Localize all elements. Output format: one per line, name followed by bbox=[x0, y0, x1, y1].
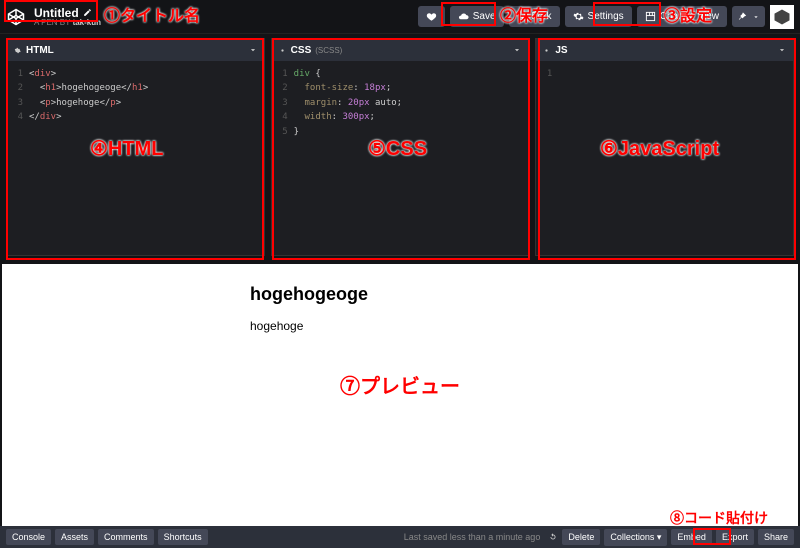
edit-title-icon[interactable] bbox=[83, 8, 92, 17]
share-button[interactable]: Share bbox=[758, 529, 794, 545]
chevron-down-icon[interactable] bbox=[512, 45, 522, 55]
love-button[interactable] bbox=[418, 6, 445, 27]
gear-icon bbox=[573, 11, 584, 22]
chevron-down-icon[interactable] bbox=[777, 45, 787, 55]
collections-button[interactable]: Collections ▾ bbox=[604, 529, 667, 546]
html-code-area[interactable]: 1<div> 2 <h1>hogehogeoge</h1> 3 <p>hogeh… bbox=[7, 61, 264, 131]
gear-icon[interactable] bbox=[13, 46, 22, 55]
pin-icon bbox=[737, 11, 748, 22]
settings-label: Settings bbox=[588, 11, 624, 22]
editor-css-header: CSS (SCSS) bbox=[272, 39, 529, 61]
editor-js-title: JS bbox=[555, 45, 567, 56]
pin-button[interactable] bbox=[732, 6, 765, 27]
fork-button[interactable]: Fork bbox=[509, 6, 560, 27]
editor-css-sub: (SCSS) bbox=[315, 46, 342, 55]
footer: Console Assets Comments Shortcuts Last s… bbox=[0, 526, 800, 548]
editor-html-title: HTML bbox=[26, 45, 54, 56]
embed-button[interactable]: Embed bbox=[671, 529, 712, 545]
console-button[interactable]: Console bbox=[6, 529, 51, 545]
chevron-down-icon: ▾ bbox=[657, 532, 662, 542]
js-code-area[interactable]: 1 bbox=[536, 61, 793, 87]
preview-paragraph: hogehoge bbox=[250, 319, 550, 333]
save-status: Last saved less than a minute ago bbox=[404, 532, 541, 542]
gear-icon[interactable] bbox=[278, 46, 287, 55]
chevron-down-icon bbox=[752, 13, 760, 21]
export-button[interactable]: Export bbox=[716, 529, 754, 545]
editors-row: HTML 1<div> 2 <h1>hogehogeoge</h1> 3 <p>… bbox=[0, 34, 800, 260]
editor-css[interactable]: CSS (SCSS) 1div { 2 font-size: 18px; 3 m… bbox=[271, 38, 530, 256]
editor-html-header: HTML bbox=[7, 39, 264, 61]
editor-html[interactable]: HTML 1<div> 2 <h1>hogehogeoge</h1> 3 <p>… bbox=[6, 38, 265, 256]
save-label: Save bbox=[473, 11, 496, 22]
fork-label: Fork bbox=[532, 11, 552, 22]
heart-icon bbox=[426, 11, 437, 22]
editor-js-header: JS bbox=[536, 39, 793, 61]
changeview-label: Change View bbox=[660, 11, 719, 22]
editor-js[interactable]: JS 1 bbox=[535, 38, 794, 256]
editor-css-title: CSS bbox=[291, 45, 312, 56]
pen-author-line: A PEN BY tak-kun bbox=[34, 19, 101, 27]
header: Untitled A PEN BY tak-kun Save Fork bbox=[0, 0, 800, 34]
shortcuts-button[interactable]: Shortcuts bbox=[158, 529, 208, 545]
chevron-down-icon[interactable] bbox=[248, 45, 258, 55]
comments-button[interactable]: Comments bbox=[98, 529, 154, 545]
fork-icon bbox=[517, 11, 528, 22]
codepen-logo-icon bbox=[6, 7, 26, 27]
avatar[interactable] bbox=[770, 5, 794, 29]
header-actions: Save Fork Settings Change View bbox=[418, 5, 794, 29]
save-button[interactable]: Save bbox=[450, 6, 504, 27]
preview-pane: hogehogeoge hogehoge bbox=[2, 264, 798, 526]
delete-button[interactable]: Delete bbox=[562, 529, 600, 545]
gear-icon[interactable] bbox=[542, 46, 551, 55]
title-block: Untitled A PEN BY tak-kun bbox=[34, 7, 101, 27]
settings-button[interactable]: Settings bbox=[565, 6, 632, 27]
layout-icon bbox=[645, 11, 656, 22]
cloud-icon bbox=[458, 11, 469, 22]
assets-button[interactable]: Assets bbox=[55, 529, 94, 545]
change-view-button[interactable]: Change View bbox=[637, 6, 727, 27]
preview-heading: hogehogeoge bbox=[250, 284, 550, 305]
refresh-icon[interactable] bbox=[548, 532, 558, 542]
css-code-area[interactable]: 1div { 2 font-size: 18px; 3 margin: 20px… bbox=[272, 61, 529, 145]
preview-content: hogehogeoge hogehoge bbox=[250, 264, 550, 333]
